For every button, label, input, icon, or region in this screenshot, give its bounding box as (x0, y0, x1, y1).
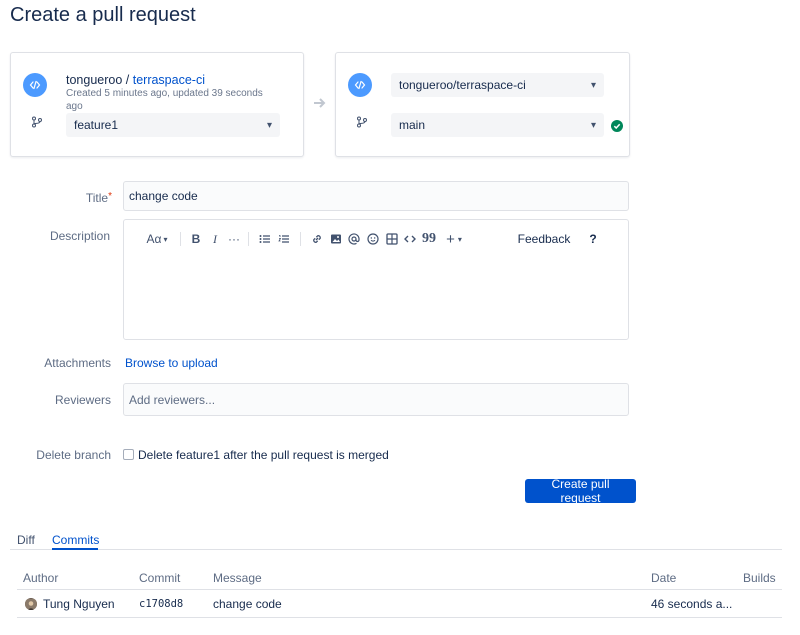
arrow-right-icon (312, 96, 328, 115)
numbered-list-icon[interactable] (277, 231, 291, 247)
toolbar-divider (300, 232, 301, 246)
destination-repo-panel: tongueroo/terraspace-ci ▾ main ▾ (335, 52, 630, 157)
tab-commits[interactable]: Commits (52, 533, 99, 547)
table-icon[interactable] (385, 231, 399, 247)
image-icon[interactable] (329, 231, 343, 247)
source-branch-value: feature1 (74, 118, 119, 132)
title-input[interactable]: change code (123, 181, 629, 211)
reviewers-placeholder: Add reviewers... (129, 392, 216, 407)
browse-to-upload-link[interactable]: Browse to upload (125, 356, 218, 370)
text-style-button[interactable]: Aα ▾ (144, 231, 170, 247)
column-header-builds: Builds (743, 571, 776, 585)
reviewers-input[interactable]: Add reviewers... (123, 383, 629, 416)
bullet-list-icon[interactable] (258, 231, 272, 247)
table-header-divider (17, 589, 782, 590)
chevron-down-icon: ▾ (163, 234, 168, 244)
column-header-author: Author (23, 571, 59, 585)
reviewers-label: Reviewers (54, 393, 111, 407)
chevron-down-icon: ▾ (590, 119, 596, 131)
destination-repo-select[interactable]: tongueroo/terraspace-ci ▾ (391, 73, 604, 97)
source-branch-select[interactable]: feature1 ▾ (66, 113, 280, 137)
mention-icon[interactable] (347, 231, 361, 247)
commit-author: Tung Nguyen (43, 597, 115, 611)
source-repo-owner: tongueroo (66, 73, 123, 87)
description-label: Description (49, 229, 110, 243)
required-indicator: * (108, 191, 112, 202)
source-repo-name: tongueroo / terraspace-ci (66, 73, 205, 87)
commit-hash-link[interactable]: c1708d8 (139, 598, 183, 610)
toolbar-divider (180, 232, 181, 246)
avatar (25, 598, 37, 610)
commit-message: change code (213, 597, 282, 611)
tabs-divider (10, 549, 782, 550)
chevron-down-icon: ▾ (266, 119, 272, 131)
toolbar-divider (248, 232, 249, 246)
column-header-message: Message (213, 571, 262, 585)
active-tab-indicator (52, 548, 98, 550)
column-header-date: Date (651, 571, 677, 585)
delete-branch-checkbox[interactable] (123, 449, 134, 460)
tab-diff[interactable]: Diff (17, 533, 35, 547)
plus-icon: + (446, 230, 455, 248)
feedback-button[interactable]: Feedback (517, 231, 571, 247)
create-pull-request-button[interactable]: Create pull request (525, 477, 636, 505)
source-repo-panel: tongueroo / terraspace-ci Created 5 minu… (10, 52, 304, 157)
commit-date: 46 seconds a... (651, 597, 733, 611)
table-row[interactable]: Tung Nguyen c1708d8 change code 46 secon… (17, 591, 782, 617)
column-header-commit: Commit (139, 571, 181, 585)
repository-icon (348, 73, 372, 97)
source-repo-meta: Created 5 minutes ago, updated 39 second… (66, 88, 263, 112)
source-repo-link[interactable]: terraspace-ci (133, 73, 205, 87)
delete-branch-text: Delete feature1 after the pull request i… (138, 448, 389, 462)
repository-icon (23, 73, 47, 97)
link-icon[interactable] (310, 231, 324, 247)
description-editor[interactable]: Aα ▾ B I ··· 99 + ▾ Feedback ? (123, 219, 629, 340)
table-row-divider (17, 617, 782, 618)
more-formatting-button[interactable]: ··· (227, 231, 241, 247)
branch-icon (355, 115, 369, 129)
check-circle-icon (611, 119, 623, 137)
page-title: Create a pull request (10, 4, 196, 26)
quote-icon[interactable]: 99 (422, 231, 436, 247)
destination-repo-value: tongueroo/terraspace-ci (399, 78, 526, 92)
italic-button[interactable]: I (209, 231, 221, 247)
help-button[interactable]: ? (587, 231, 599, 247)
chevron-down-icon: ▾ (590, 79, 596, 91)
bold-button[interactable]: B (190, 231, 202, 247)
emoji-icon[interactable] (366, 231, 380, 247)
title-input-value: change code (129, 189, 198, 203)
chevron-down-icon: ▾ (457, 234, 462, 244)
insert-more-button[interactable]: + ▾ (442, 230, 466, 248)
attachments-label: Attachments (44, 356, 111, 370)
delete-branch-label: Delete branch (36, 448, 111, 462)
branch-icon (30, 115, 44, 129)
code-icon[interactable] (403, 231, 417, 247)
destination-branch-value: main (399, 118, 426, 132)
title-label: Title* (85, 191, 112, 205)
destination-branch-select[interactable]: main ▾ (391, 113, 604, 137)
